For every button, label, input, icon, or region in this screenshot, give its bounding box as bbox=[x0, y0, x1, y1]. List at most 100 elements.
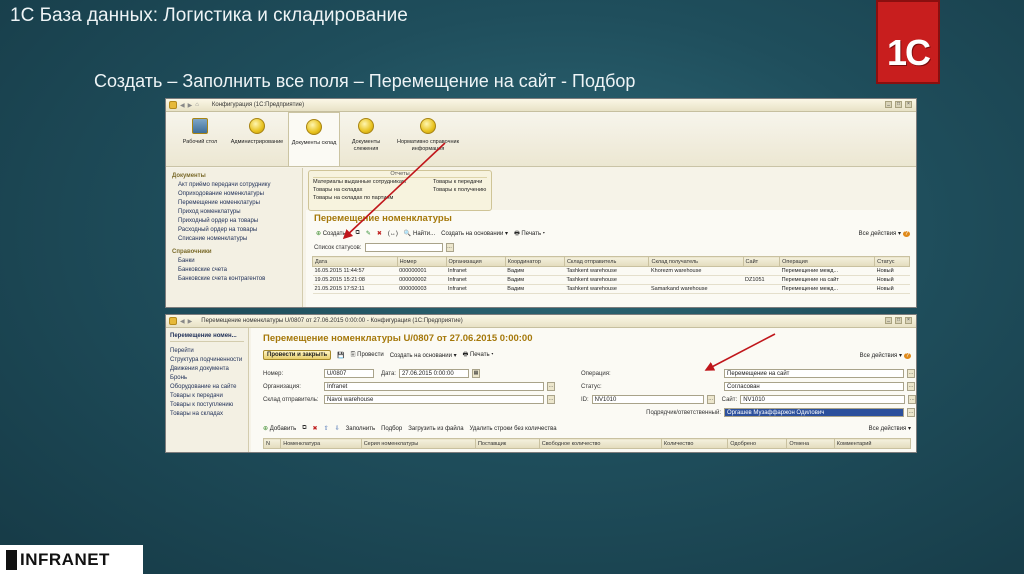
create-button[interactable]: ⊕ Создать bbox=[312, 228, 350, 239]
report-link[interactable]: Товары к получению bbox=[433, 186, 486, 194]
column-header[interactable]: Отмена bbox=[786, 438, 835, 449]
document-nav-item[interactable]: Товары на складах bbox=[170, 410, 244, 419]
column-header[interactable]: Склад получатель bbox=[648, 256, 744, 267]
nav-item[interactable]: Расходный ордер на товары bbox=[172, 226, 296, 235]
organization-input[interactable]: Infranet bbox=[324, 382, 544, 391]
nav-back-icon[interactable]: ◀ bbox=[180, 318, 185, 325]
find-button[interactable]: 🔍 Найти... bbox=[404, 230, 435, 237]
operation-input[interactable]: Перемещение на сайт bbox=[724, 369, 904, 378]
report-link[interactable]: Материалы выданные сотрудникам bbox=[313, 178, 423, 186]
site-select[interactable]: … bbox=[908, 395, 916, 404]
operation-select[interactable]: … bbox=[907, 369, 915, 378]
nav-forward-icon[interactable]: ▶ bbox=[188, 318, 193, 325]
add-row-button[interactable]: ⊕ Добавить bbox=[263, 425, 296, 432]
document-nav-item[interactable]: Бронь bbox=[170, 374, 244, 383]
all-actions-button[interactable]: Все действия ▾ ? bbox=[859, 230, 910, 237]
organization-select[interactable]: … bbox=[547, 382, 555, 391]
post-and-close-button[interactable]: Провести и закрыть bbox=[263, 350, 332, 360]
table-row[interactable]: 21.05.2015 17:52:11 000000003 Infranet Вади… bbox=[312, 284, 910, 294]
all-actions-button[interactable]: Все действия ▾ ? bbox=[860, 352, 911, 359]
copy-icon[interactable]: ⧉ bbox=[356, 230, 360, 237]
document-nav-item[interactable]: Оборудование на сайте bbox=[170, 383, 244, 392]
close-icon[interactable]: × bbox=[905, 101, 912, 108]
column-header[interactable]: Одобрено bbox=[727, 438, 788, 449]
nav-item[interactable]: Банковские счета bbox=[172, 266, 296, 275]
delete-empty-rows-button[interactable]: Удалить строки без количества bbox=[470, 426, 557, 432]
status-input[interactable]: Согласован bbox=[724, 382, 904, 391]
based-on-button[interactable]: Создать на основании ▾ bbox=[390, 352, 457, 359]
maximize-icon[interactable]: □ bbox=[895, 101, 902, 108]
nav-item[interactable]: Приходный ордер на товары bbox=[172, 217, 296, 226]
site-input[interactable]: NV1010 bbox=[740, 395, 906, 404]
nav-item[interactable]: Банковские счета контрагентов bbox=[172, 275, 296, 284]
help-icon[interactable]: ? bbox=[903, 352, 911, 359]
status-filter-select[interactable]: … bbox=[445, 243, 454, 252]
column-header[interactable]: Склад отправитель bbox=[563, 256, 650, 267]
save-icon[interactable]: 💾 bbox=[337, 352, 344, 359]
close-icon[interactable]: × bbox=[905, 317, 912, 324]
nav-item[interactable]: Перемещение номенклатуры bbox=[172, 199, 296, 208]
status-filter-input[interactable] bbox=[364, 243, 443, 252]
delete-icon[interactable]: ✖ bbox=[313, 425, 318, 432]
column-header[interactable]: Дата bbox=[312, 256, 398, 267]
column-header[interactable]: Операция bbox=[779, 256, 876, 267]
document-nav-item[interactable]: Структура подчиненности bbox=[170, 356, 244, 365]
help-icon[interactable]: ? bbox=[902, 231, 910, 237]
nav-forward-icon[interactable]: ▶ bbox=[188, 102, 193, 109]
edit-icon[interactable]: ✎ bbox=[366, 230, 371, 237]
id-input[interactable]: NV1010 bbox=[591, 395, 704, 404]
move-up-icon[interactable]: ⇧ bbox=[324, 425, 329, 432]
responsible-select[interactable]: … bbox=[907, 408, 915, 417]
post-button[interactable]: 🖺 Провести bbox=[351, 350, 384, 360]
calendar-icon[interactable]: ▦ bbox=[471, 369, 480, 378]
refresh-icon[interactable]: (↔) bbox=[388, 231, 398, 237]
section-desktop[interactable]: Рабочий стол bbox=[174, 112, 226, 166]
id-select[interactable]: … bbox=[706, 395, 715, 404]
section-docs-warehouse[interactable]: Документы склад bbox=[288, 112, 340, 166]
column-header[interactable]: Номер bbox=[396, 256, 447, 267]
column-header[interactable]: Поставщик bbox=[474, 438, 540, 449]
column-header[interactable]: Количество bbox=[660, 438, 729, 449]
report-link[interactable]: Товары к передачи bbox=[433, 178, 486, 186]
status-select[interactable]: … bbox=[907, 382, 915, 391]
document-nav-item[interactable]: Движения документа bbox=[170, 365, 244, 374]
date-input[interactable]: 27.06.2015 0:00:00 bbox=[398, 369, 469, 378]
copy-icon[interactable]: ⧉ bbox=[302, 425, 306, 432]
responsible-input[interactable]: Оргашев Музаффаржон Одилович bbox=[724, 408, 904, 417]
pick-button[interactable]: Подбор bbox=[381, 426, 402, 432]
minimize-icon[interactable]: _ bbox=[885, 317, 892, 324]
print-button[interactable]: 🖶 Печать ▾ bbox=[514, 229, 545, 239]
column-header[interactable]: Номенклатура bbox=[280, 438, 362, 449]
sender-warehouse-select[interactable]: … bbox=[547, 395, 555, 404]
maximize-icon[interactable]: □ bbox=[895, 317, 902, 324]
document-nav-item[interactable]: Товары к поступлению bbox=[170, 401, 244, 410]
nav-item[interactable]: Акт приёмо передачи сотруднику bbox=[172, 181, 296, 190]
table-row[interactable]: 16.05.2015 11:44:57 000000001 Infranet Вади… bbox=[312, 266, 910, 276]
column-header[interactable]: Серия номенклатуры bbox=[360, 438, 476, 449]
column-header[interactable]: Статус bbox=[874, 256, 910, 267]
column-header[interactable]: Сайт bbox=[742, 256, 781, 267]
report-link[interactable]: Товары на складах bbox=[313, 186, 423, 194]
document-nav-item[interactable]: Перейти bbox=[170, 347, 244, 356]
column-header[interactable]: N bbox=[262, 438, 282, 449]
section-reference[interactable]: Нормативно справочник информация bbox=[392, 112, 464, 166]
table-all-actions-button[interactable]: Все действия ▾ bbox=[869, 425, 911, 432]
section-admin[interactable]: Администрирование bbox=[226, 112, 288, 166]
sender-warehouse-input[interactable]: Navoi warehouse bbox=[324, 395, 544, 404]
nav-item[interactable]: Банки bbox=[172, 257, 296, 266]
column-header[interactable]: Комментарий bbox=[833, 438, 912, 449]
document-nav-item[interactable]: Товары к передачи bbox=[170, 392, 244, 401]
number-input[interactable]: U/0807 bbox=[324, 369, 374, 378]
fill-button[interactable]: Заполнить bbox=[346, 426, 375, 432]
load-from-file-button[interactable]: Загрузить из файла bbox=[408, 426, 463, 432]
print-button[interactable]: 🖶 Печать ▾ bbox=[463, 350, 494, 360]
nav-item[interactable]: Приход номенклатуры bbox=[172, 208, 296, 217]
nav-back-icon[interactable]: ◀ bbox=[180, 102, 185, 109]
section-docs-tracking[interactable]: Документы слежения bbox=[340, 112, 392, 166]
nav-item[interactable]: Оприходование номенклатуры bbox=[172, 190, 296, 199]
minimize-icon[interactable]: _ bbox=[885, 101, 892, 108]
report-link[interactable]: Товары на складах по партиям bbox=[313, 194, 423, 202]
move-down-icon[interactable]: ⇩ bbox=[335, 425, 340, 432]
based-on-button[interactable]: Создать на основании ▾ bbox=[441, 230, 508, 237]
table-row[interactable]: 19.05.2015 15:21:08 000000002 Infranet Вади… bbox=[312, 275, 910, 285]
